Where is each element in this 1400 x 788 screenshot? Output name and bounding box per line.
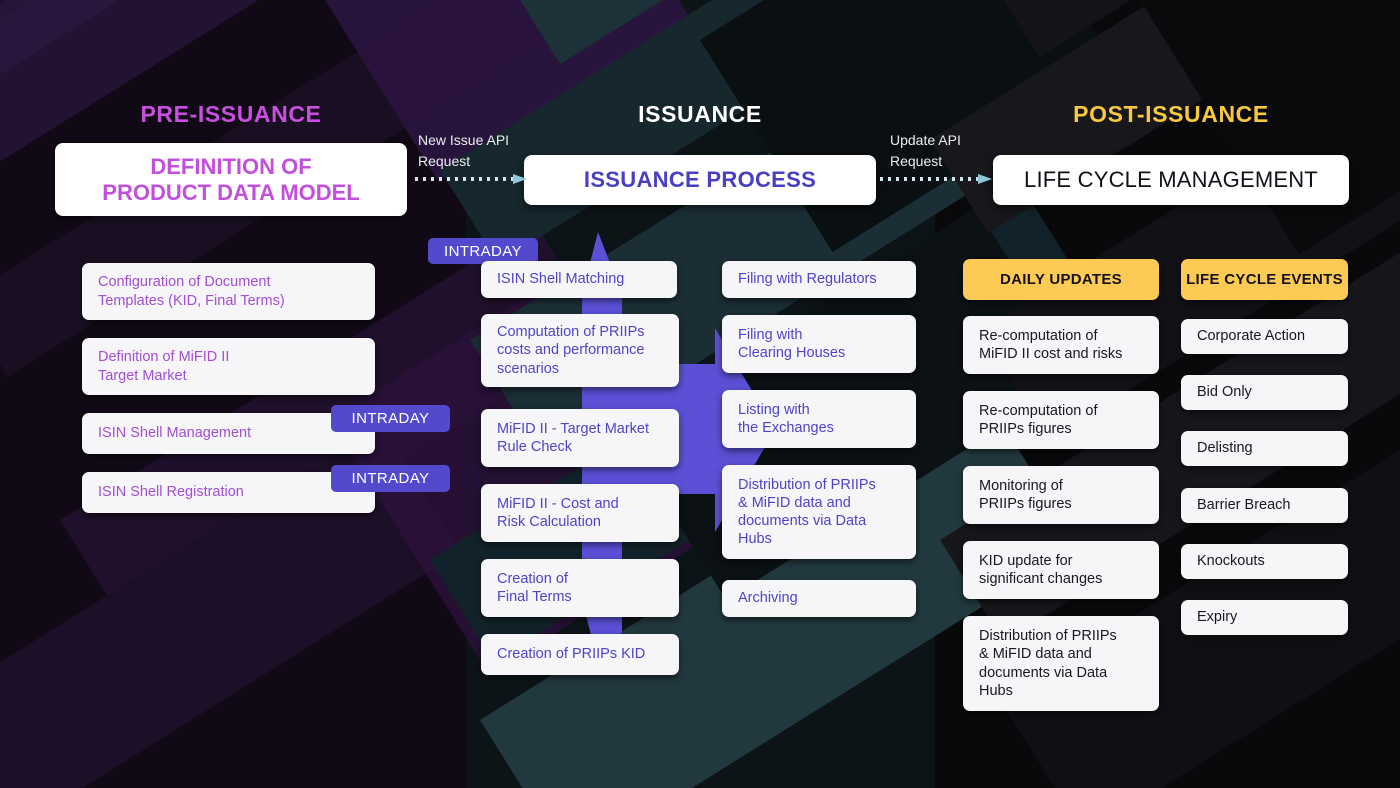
card-label: MiFID II - Cost and Risk Calculation (497, 495, 619, 530)
card-label: ISIN Shell Registration (98, 484, 244, 501)
card-label: Barrier Breach (1197, 497, 1291, 514)
card-configuration-of-document-templates[interactable]: Configuration of Document Templates (KID… (82, 263, 375, 320)
dotted-arrow-new-issue-icon (415, 174, 527, 184)
phase-title-post-issuance: POST-ISSUANCE (1073, 101, 1269, 127)
card-label: KID update for significant changes (979, 552, 1103, 587)
card-corporate-action[interactable]: Corporate Action (1181, 319, 1348, 354)
card-barrier-breach[interactable]: Barrier Breach (1181, 488, 1348, 523)
card-label: ISIN Shell Matching (497, 271, 625, 288)
dotted-arrow-update-api-icon (880, 174, 992, 184)
card-label: Re-computation of MiFID II cost and risk… (979, 327, 1123, 362)
card-label: Listing with the Exchanges (738, 401, 834, 436)
card-listing-with-the-exchanges[interactable]: Listing with the Exchanges (722, 390, 916, 448)
card-label: Monitoring of PRIIPs figures (979, 477, 1072, 512)
card-label: Bid Only (1197, 384, 1252, 401)
card-label: Expiry (1197, 609, 1238, 626)
card-label: Creation of Final Terms (497, 570, 572, 605)
header-box-label: ISSUANCE PROCESS (583, 167, 817, 193)
card-mifid-ii-target-market-rule-check[interactable]: MiFID II - Target Market Rule Check (481, 409, 679, 467)
card-label: Delisting (1197, 440, 1253, 457)
card-re-computation-mifid-ii-cost-risks[interactable]: Re-computation of MiFID II cost and risk… (963, 316, 1159, 374)
column-header-life-cycle-events: LIFE CYCLE EVENTS (1181, 259, 1348, 300)
card-label: Corporate Action (1197, 328, 1306, 345)
card-label: ISIN Shell Management (98, 425, 252, 442)
card-label: Distribution of PRIIPs & MiFID data and … (738, 476, 876, 548)
card-archiving[interactable]: Archiving (722, 580, 916, 617)
infographic-canvas: PRE-ISSUANCE ISSUANCE POST-ISSUANCE DEFI… (0, 0, 1400, 788)
header-box-label: LIFE CYCLE MANAGEMENT (1024, 167, 1318, 193)
connector-label-new-issue-api: New Issue API Request (418, 132, 510, 169)
badge-label: INTRADAY (351, 410, 430, 427)
header-box-life-cycle-management[interactable]: LIFE CYCLE MANAGEMENT (993, 155, 1349, 205)
card-delisting[interactable]: Delisting (1181, 431, 1348, 466)
column-header-daily-updates: DAILY UPDATES (963, 259, 1159, 300)
card-label: Creation of PRIIPs KID (497, 646, 646, 663)
card-label: Archiving (738, 590, 798, 607)
card-creation-of-priips-kid[interactable]: Creation of PRIIPs KID (481, 634, 679, 675)
card-creation-of-final-terms[interactable]: Creation of Final Terms (481, 559, 679, 617)
card-knockouts[interactable]: Knockouts (1181, 544, 1348, 579)
card-monitoring-of-priips-figures[interactable]: Monitoring of PRIIPs figures (963, 466, 1159, 524)
column-header-label: DAILY UPDATES (1000, 271, 1122, 288)
card-expiry[interactable]: Expiry (1181, 600, 1348, 635)
header-box-label: DEFINITION OF PRODUCT DATA MODEL (102, 153, 360, 205)
card-definition-of-mifid-ii-target-market[interactable]: Definition of MiFID II Target Market (82, 338, 375, 395)
card-label: Re-computation of PRIIPs figures (979, 402, 1098, 437)
card-re-computation-priips-figures[interactable]: Re-computation of PRIIPs figures (963, 391, 1159, 449)
card-label: Distribution of PRIIPs & MiFID data and … (979, 628, 1117, 699)
card-mifid-ii-cost-and-risk-calculation[interactable]: MiFID II - Cost and Risk Calculation (481, 484, 679, 542)
card-label: Computation of PRIIPs costs and performa… (497, 324, 645, 377)
badge-label: INTRADAY (444, 242, 522, 260)
card-filing-with-clearing-houses[interactable]: Filing with Clearing Houses (722, 315, 916, 373)
phase-title-issuance: ISSUANCE (638, 101, 762, 127)
card-kid-update-for-significant-changes[interactable]: KID update for significant changes (963, 541, 1159, 599)
card-label: MiFID II - Target Market Rule Check (497, 420, 650, 455)
column-header-label: LIFE CYCLE EVENTS (1186, 271, 1343, 288)
phase-title-pre-issuance: PRE-ISSUANCE (140, 101, 322, 127)
header-box-issuance-process[interactable]: ISSUANCE PROCESS (524, 155, 876, 205)
card-label: Configuration of Document Templates (KID… (98, 274, 285, 309)
badge-intraday-isin-shell-management: INTRADAY (331, 405, 450, 432)
card-label: Definition of MiFID II Target Market (98, 349, 230, 384)
card-distribution-of-priips-mifid-data-post[interactable]: Distribution of PRIIPs & MiFID data and … (963, 616, 1159, 711)
header-box-product-data-model[interactable]: DEFINITION OF PRODUCT DATA MODEL (55, 143, 407, 216)
card-label: Filing with Regulators (738, 271, 877, 288)
card-filing-with-regulators[interactable]: Filing with Regulators (722, 261, 916, 298)
badge-intraday-isin-shell-registration: INTRADAY (331, 465, 450, 492)
connector-label-update-api: Update API Request (890, 132, 961, 169)
card-label: Knockouts (1197, 553, 1265, 570)
badge-label: INTRADAY (351, 470, 430, 487)
card-label: Filing with Clearing Houses (738, 326, 846, 361)
card-bid-only[interactable]: Bid Only (1181, 375, 1348, 410)
card-distribution-of-priips-mifid-data-issuance[interactable]: Distribution of PRIIPs & MiFID data and … (722, 465, 916, 559)
card-isin-shell-matching[interactable]: ISIN Shell Matching (481, 261, 677, 298)
card-computation-of-priips-costs[interactable]: Computation of PRIIPs costs and performa… (481, 314, 679, 387)
